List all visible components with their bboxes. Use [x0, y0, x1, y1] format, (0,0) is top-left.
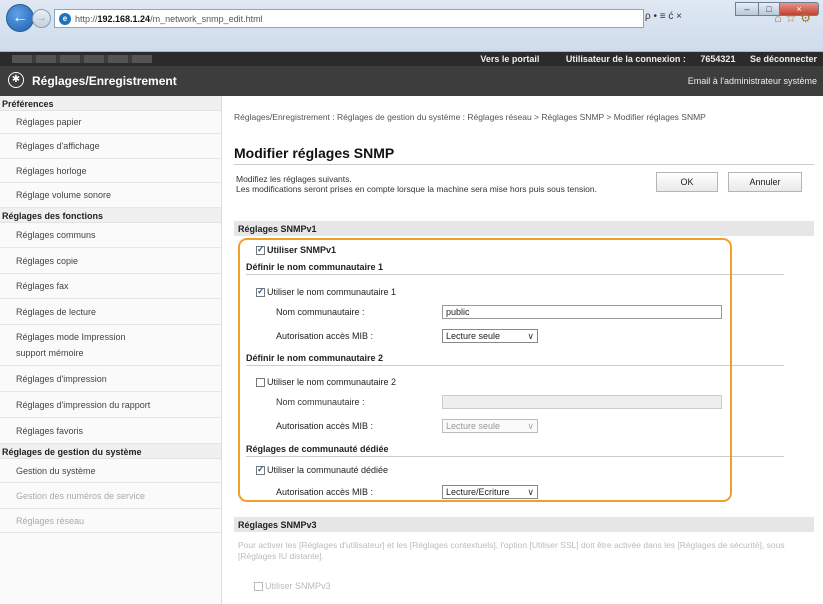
sidebar-section-title: Préférences [0, 96, 221, 111]
highlight-frame [238, 238, 732, 502]
breadcrumb: Réglages/Enregistrement : Réglages de ge… [234, 112, 706, 122]
address-url: http://192.168.1.24/m_network_snmp_edit.… [75, 13, 263, 24]
page-description: Modifiez les réglages suivants. Les modi… [236, 174, 597, 194]
sidebar-item[interactable]: Réglages d'impression du rapport [0, 392, 221, 418]
settings-logo-icon: ✱ [8, 72, 24, 88]
sidebar-section-title: Réglages de gestion du système [0, 444, 221, 459]
sidebar-item[interactable]: Réglages favoris [0, 418, 221, 444]
title-divider [234, 164, 814, 165]
checkbox-unchecked-icon [254, 581, 263, 591]
address-bar-tools[interactable]: ρ • ≡ ć × [645, 11, 682, 22]
sidebar-item[interactable]: Réglages mode Impression support mémoire [0, 325, 221, 366]
device-name-redacted [12, 55, 152, 63]
cancel-button[interactable]: Annuler [728, 172, 802, 192]
arrow-right-icon: → [36, 13, 47, 24]
sidebar-item[interactable]: Gestion des numéros de service [0, 483, 221, 509]
home-icon[interactable]: ⌂ [774, 11, 785, 25]
toolbar-icons[interactable]: ⌂☆⚙ [774, 11, 815, 25]
login-user-label: Utilisateur de la connexion : 7654321 [565, 54, 736, 64]
snmpv1-section-header: Réglages SNMPv1 [234, 221, 814, 236]
ok-button[interactable]: OK [656, 172, 718, 192]
sidebar-item[interactable]: Gestion du système [0, 459, 221, 483]
snmpv3-note: Pour activer les [Réglages d'utilisateur… [238, 540, 785, 561]
sidebar-item[interactable]: Réglages copie [0, 248, 221, 274]
page-title: Modifier réglages SNMP [234, 145, 395, 161]
email-admin-link[interactable]: Email à l'administrateur système [688, 76, 817, 86]
sidebar-item[interactable]: Réglage volume sonore [0, 183, 221, 208]
minimize-button[interactable]: – [735, 2, 759, 16]
address-bar[interactable]: e http://192.168.1.24/m_network_snmp_edi… [54, 9, 644, 28]
sidebar-item[interactable]: Réglages fax [0, 274, 221, 299]
app-header: ✱ Réglages/Enregistrement Email à l'admi… [0, 66, 823, 96]
sidebar-item[interactable]: Réglages d'impression [0, 366, 221, 392]
sidebar-item[interactable]: Réglages communs [0, 223, 221, 248]
sidebar-item[interactable]: Réglages horloge [0, 159, 221, 183]
arrow-left-icon: ← [12, 9, 28, 26]
use-snmpv3-checkbox[interactable]: Utiliser SNMPv3 [254, 581, 331, 591]
page-favicon-icon: e [59, 12, 71, 25]
sidebar-item[interactable]: Réglages réseau [0, 509, 221, 533]
sidebar-item[interactable]: Réglages papier [0, 111, 221, 134]
sidebar-item[interactable]: Réglages d'affichage [0, 134, 221, 159]
sidebar-section-title: Réglages des fonctions [0, 208, 221, 223]
portal-link[interactable]: Vers le portail [480, 54, 539, 64]
logout-link[interactable]: Se déconnecter [750, 54, 817, 64]
app-title: Réglages/Enregistrement [32, 74, 177, 88]
top-bar: Vers le portail Utilisateur de la connex… [0, 52, 823, 66]
sidebar: Préférences Réglages papier Réglages d'a… [0, 96, 222, 604]
sidebar-item[interactable]: Réglages de lecture [0, 299, 221, 325]
gear-icon[interactable]: ⚙ [800, 11, 815, 25]
back-button[interactable]: ← [6, 4, 34, 32]
star-icon[interactable]: ☆ [785, 11, 800, 25]
forward-button[interactable]: → [32, 9, 51, 28]
snmpv3-section-header: Réglages SNMPv3 [234, 517, 814, 532]
browser-chrome: – □ × ← → e http://192.168.1.24/m_networ… [0, 0, 823, 52]
